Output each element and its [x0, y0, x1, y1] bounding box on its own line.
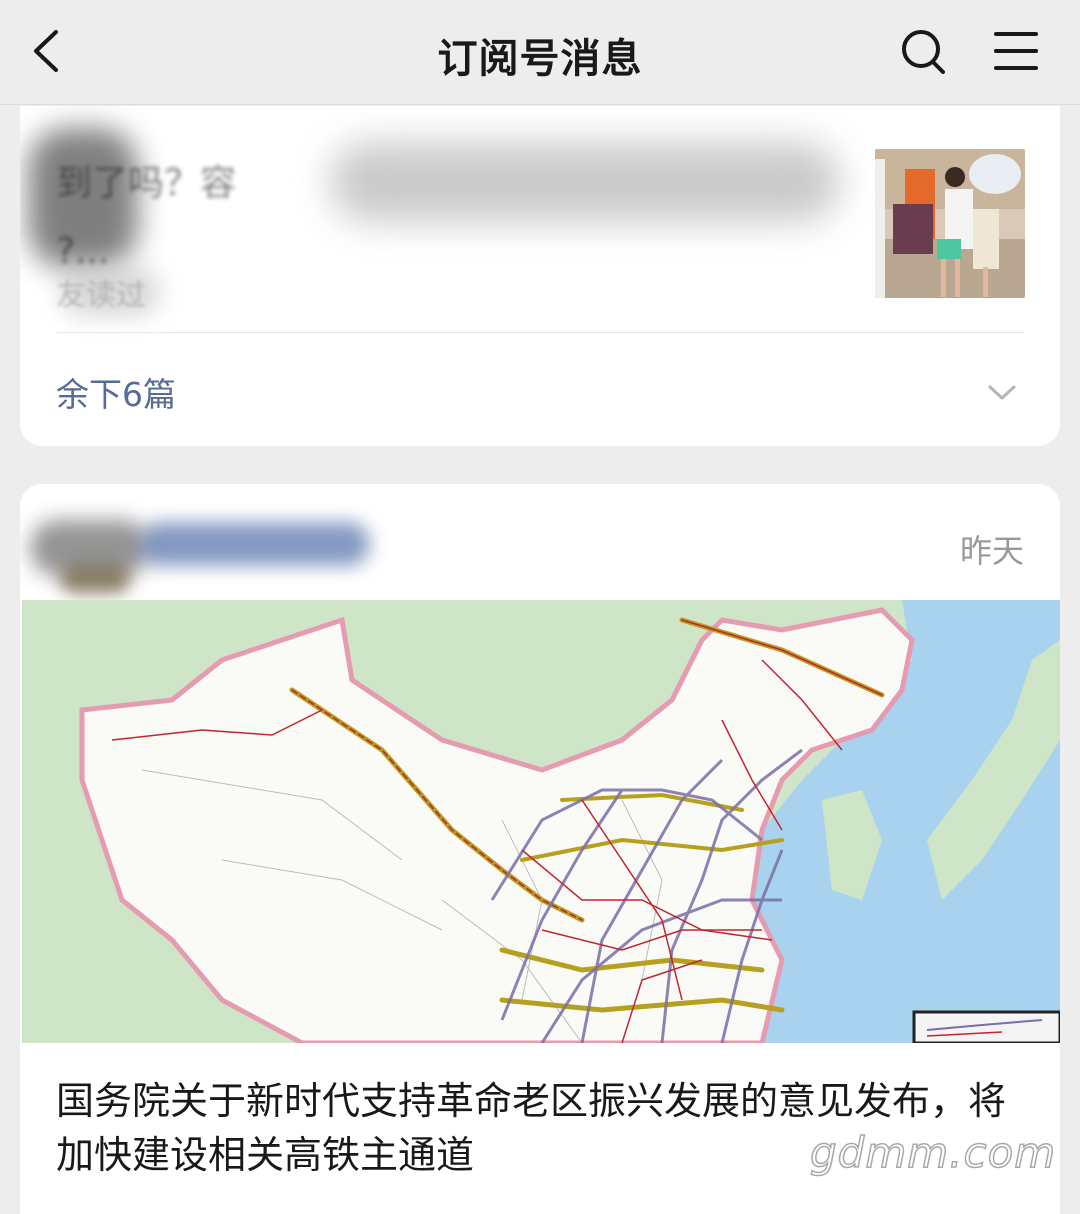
site-watermark: gdmm.com: [809, 1127, 1057, 1178]
message-card-1: 到了吗？容 ?... 友读过 余下6篇: [20, 106, 1060, 446]
account-name-redacted[interactable]: [30, 512, 390, 594]
read-by-friends-text: 友读过: [56, 278, 146, 313]
search-icon: [902, 30, 945, 74]
remaining-articles-link[interactable]: 余下6篇: [56, 368, 176, 416]
expand-button[interactable]: [982, 378, 1022, 408]
menu-icon: [994, 32, 1038, 70]
message-card-2: 昨天 国务院关于新时代支持革命老区振兴发展的意见发布，将加快建设相关高铁主通道: [20, 484, 1060, 1214]
top-bar: 订阅号消息: [0, 0, 1080, 105]
article-title-preview[interactable]: 到了吗？容 ?...: [56, 150, 836, 286]
search-button[interactable]: [896, 22, 950, 80]
message-date: 昨天: [959, 532, 1024, 570]
divider: [56, 332, 1024, 333]
chevron-down-icon: [988, 385, 1016, 400]
article-cover-image[interactable]: [22, 600, 1060, 1043]
more-menu-button[interactable]: [988, 22, 1044, 80]
article-thumbnail[interactable]: [875, 149, 1025, 298]
